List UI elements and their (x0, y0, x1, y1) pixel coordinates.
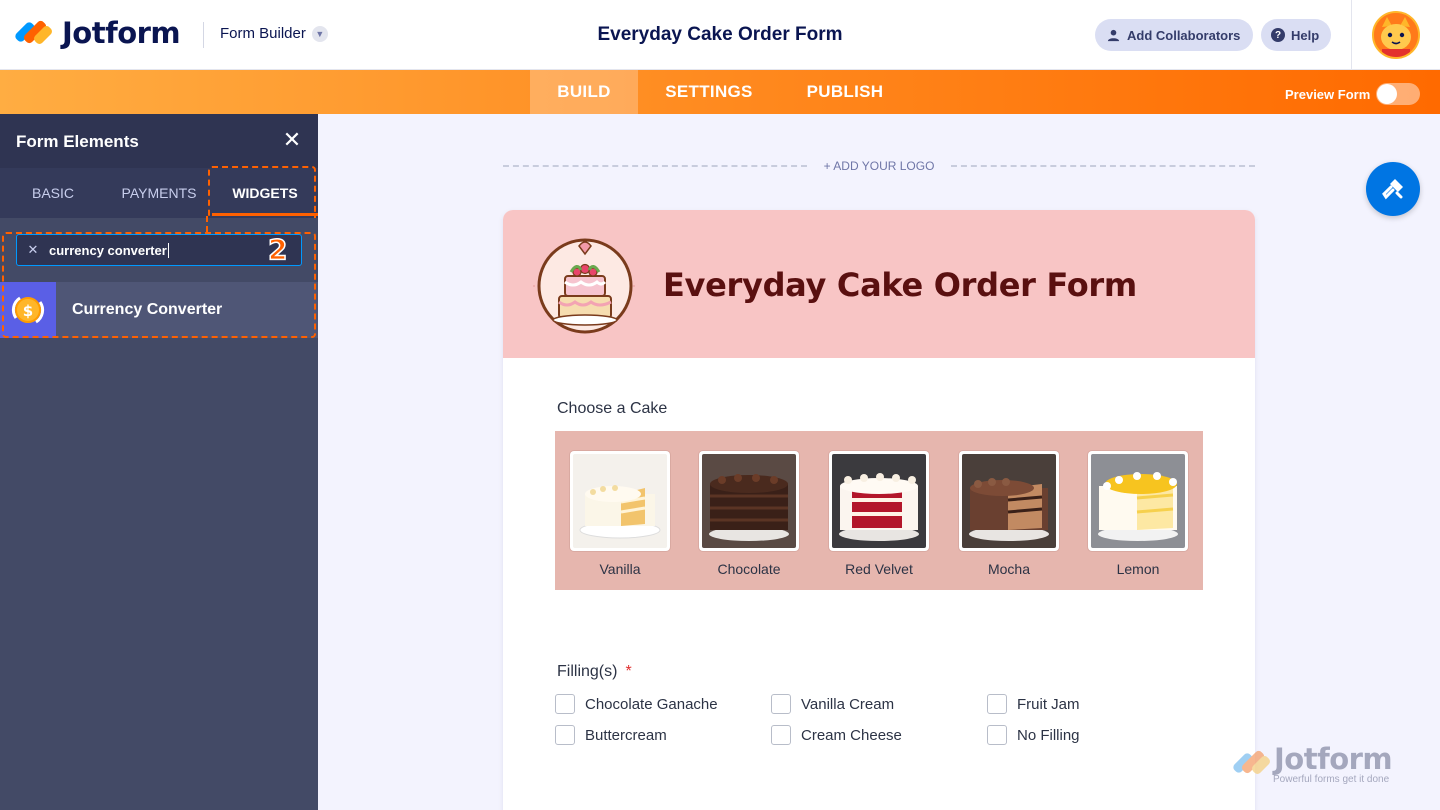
highlight-outline (2, 232, 316, 338)
tab-basic[interactable]: BASIC (0, 168, 106, 218)
checkbox-label: Cream Cheese (801, 726, 902, 744)
checkbox-label: Fruit Jam (1017, 695, 1080, 713)
form-designer-button[interactable] (1366, 162, 1420, 216)
jotform-logo-icon (1231, 746, 1272, 780)
checkbox[interactable] (987, 694, 1007, 714)
add-collaborators-button[interactable]: Add Collaborators (1095, 19, 1253, 51)
panel-title: Form Elements (16, 132, 139, 151)
form-title[interactable]: Everyday Cake Order Form (520, 24, 920, 46)
header-divider (203, 22, 204, 48)
question-label[interactable]: Filling(s) * (557, 663, 632, 681)
toggle-switch[interactable] (1376, 83, 1421, 105)
cake-option-label: Vanilla (599, 561, 641, 577)
checkbox-option[interactable]: Vanilla Cream (771, 694, 894, 714)
highlight-outline (208, 166, 316, 218)
cake-image (702, 454, 796, 548)
cake-option-lemon[interactable]: Lemon (1088, 451, 1188, 577)
checkbox-label: Buttercream (585, 726, 667, 744)
tab-settings[interactable]: SETTINGS (650, 70, 768, 114)
checkbox[interactable] (555, 694, 575, 714)
cake-option-red-velvet[interactable]: Red Velvet (829, 451, 929, 577)
form-builder-label: Form Builder (220, 25, 306, 42)
checkbox-option[interactable]: No Filling (987, 725, 1080, 745)
checkbox[interactable] (987, 725, 1007, 745)
preview-form-label: Preview Form (1285, 86, 1371, 102)
add-collaborators-label: Add Collaborators (1127, 27, 1241, 43)
checkbox-label: Vanilla Cream (801, 695, 895, 713)
cake-option-vanilla[interactable]: Vanilla (570, 451, 670, 577)
cake-option-label: Lemon (1116, 561, 1160, 577)
checkbox-option[interactable]: Cream Cheese (771, 725, 902, 745)
checkbox[interactable] (555, 725, 575, 745)
paint-roller-icon (1382, 179, 1403, 200)
top-header: Jotform Form Builder ▼ Everyday Cake Ord… (0, 0, 1440, 70)
cake-image (1091, 454, 1185, 548)
checkbox[interactable] (771, 725, 791, 745)
logo-divider (503, 165, 807, 167)
preview-form-toggle[interactable]: Preview Form (1285, 83, 1421, 105)
tab-publish[interactable]: PUBLISH (790, 70, 900, 114)
cake-option-chocolate[interactable]: Chocolate (699, 451, 799, 577)
cake-option-label: Mocha (987, 561, 1031, 577)
checkbox-label: No Filling (1017, 726, 1080, 744)
builder-nav: BUILD SETTINGS PUBLISH Preview Form (0, 70, 1440, 114)
form-builder-dropdown[interactable]: Form Builder ▼ (220, 25, 328, 42)
cake-image (962, 454, 1056, 548)
help-label: Help (1291, 27, 1320, 43)
cake-option-label: Chocolate (717, 561, 781, 577)
help-button[interactable]: ? Help (1261, 19, 1331, 51)
jotform-logo[interactable]: Jotform (13, 16, 181, 50)
highlight-outline (206, 216, 208, 232)
cake-logo-icon (533, 238, 637, 334)
header-divider (1351, 0, 1352, 70)
form-elements-panel: Form Elements ✕ BASIC PAYMENTS WIDGETS ✕… (0, 114, 318, 810)
jotform-logo-icon (13, 17, 54, 49)
brand-name: Jotform (62, 16, 181, 50)
close-icon[interactable]: ✕ (282, 129, 302, 151)
tab-build[interactable]: BUILD (530, 70, 638, 114)
jotform-watermark: Jotform Powerful forms get it done (1231, 742, 1406, 788)
watermark-tagline: Powerful forms get it done (1273, 774, 1390, 785)
checkbox-option[interactable]: Fruit Jam (987, 694, 1080, 714)
cake-image (832, 454, 926, 548)
question-label[interactable]: Choose a Cake (557, 400, 667, 418)
form-header[interactable]: Everyday Cake Order Form (503, 210, 1255, 358)
checkbox[interactable] (771, 694, 791, 714)
tab-payments[interactable]: PAYMENTS (106, 168, 212, 218)
add-logo-button[interactable]: + ADD YOUR LOGO (808, 159, 950, 173)
checkbox-label: Chocolate Ganache (585, 695, 718, 713)
question-label-text: Filling(s) (557, 663, 618, 680)
image-choice-field: Vanilla Chocolate Red Velvet Mocha Lemon (555, 431, 1203, 590)
logo-divider (951, 165, 1255, 167)
cake-option-label: Red Velvet (845, 561, 913, 577)
checkbox-option[interactable]: Buttercream (555, 725, 667, 745)
required-mark: * (625, 663, 632, 680)
cake-image (573, 454, 667, 548)
avatar-icon (1374, 13, 1418, 57)
help-icon: ? (1271, 27, 1285, 43)
panel-header: Form Elements ✕ (0, 114, 318, 168)
form-heading[interactable]: Everyday Cake Order Form (663, 266, 1137, 304)
checkbox-option[interactable]: Chocolate Ganache (555, 694, 718, 714)
avatar[interactable] (1372, 11, 1420, 59)
cake-option-mocha[interactable]: Mocha (959, 451, 1059, 577)
chevron-down-icon: ▼ (311, 25, 328, 42)
watermark-brand: Jotform (1274, 742, 1393, 776)
form-card: Everyday Cake Order Form Choose a Cake V… (503, 210, 1255, 810)
user-icon (1105, 27, 1121, 43)
